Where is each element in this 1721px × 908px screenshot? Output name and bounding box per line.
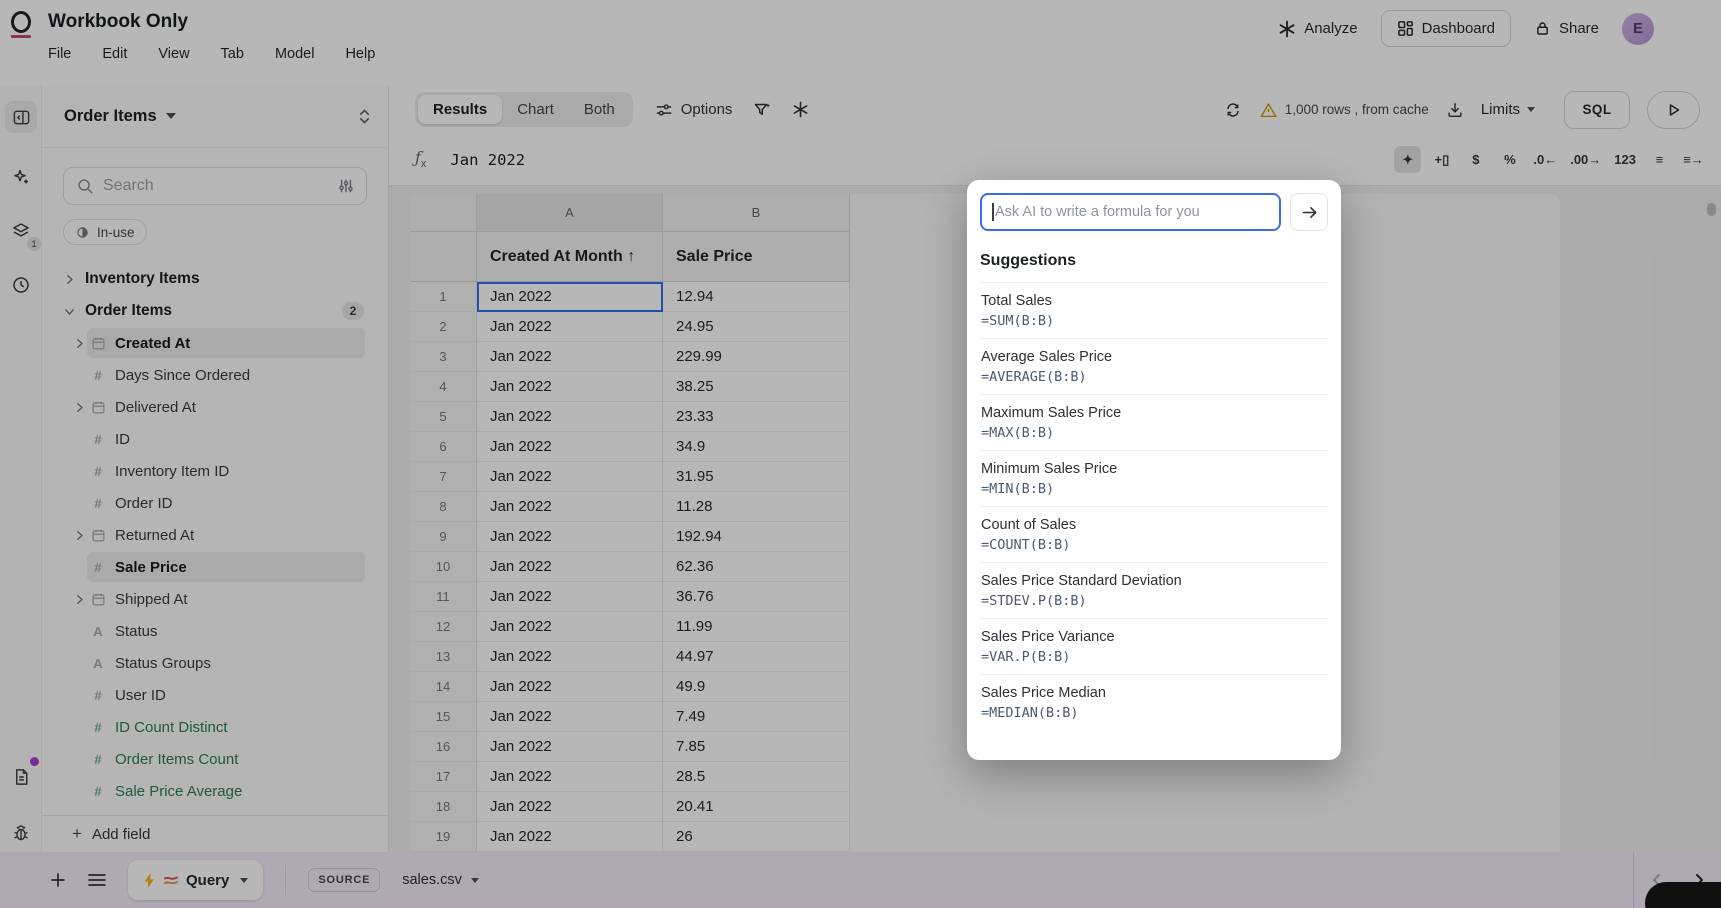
submit-prompt-button[interactable]: [1290, 193, 1328, 231]
suggestion-formula: =MEDIAN(B:B): [981, 705, 1327, 721]
suggestion-item[interactable]: Sales Price Median =MEDIAN(B:B): [980, 674, 1328, 730]
suggestion-item[interactable]: Total Sales =SUM(B:B): [980, 282, 1328, 338]
suggestion-formula: =MIN(B:B): [981, 481, 1327, 497]
ai-formula-input[interactable]: [980, 193, 1281, 231]
suggestions-list: Total Sales =SUM(B:B) Average Sales Pric…: [980, 282, 1328, 730]
text-cursor: [992, 203, 994, 221]
suggestion-item[interactable]: Count of Sales =COUNT(B:B): [980, 506, 1328, 562]
suggestions-heading: Suggestions: [980, 252, 1328, 270]
suggestion-item[interactable]: Sales Price Standard Deviation =STDEV.P(…: [980, 562, 1328, 618]
suggestion-formula: =STDEV.P(B:B): [981, 593, 1327, 609]
suggestion-name: Maximum Sales Price: [981, 405, 1327, 421]
suggestion-name: Total Sales: [981, 293, 1327, 309]
suggestion-formula: =SUM(B:B): [981, 313, 1327, 329]
suggestion-formula: =MAX(B:B): [981, 425, 1327, 441]
workbook-app: Workbook Only FileEditViewTabModelHelp A…: [0, 0, 1721, 908]
suggestion-name: Minimum Sales Price: [981, 461, 1327, 477]
suggestion-formula: =VAR.P(B:B): [981, 649, 1327, 665]
suggestion-name: Count of Sales: [981, 517, 1327, 533]
suggestion-name: Sales Price Standard Deviation: [981, 573, 1327, 589]
modal-dim-overlay: [0, 0, 1721, 908]
suggestion-formula: =COUNT(B:B): [981, 537, 1327, 553]
suggestion-name: Sales Price Median: [981, 685, 1327, 701]
suggestion-item[interactable]: Average Sales Price =AVERAGE(B:B): [980, 338, 1328, 394]
suggestion-name: Average Sales Price: [981, 349, 1327, 365]
suggestion-item[interactable]: Sales Price Variance =VAR.P(B:B): [980, 618, 1328, 674]
suggestion-item[interactable]: Maximum Sales Price =MAX(B:B): [980, 394, 1328, 450]
suggestion-formula: =AVERAGE(B:B): [981, 369, 1327, 385]
suggestion-item[interactable]: Minimum Sales Price =MIN(B:B): [980, 450, 1328, 506]
suggestion-name: Sales Price Variance: [981, 629, 1327, 645]
ai-formula-popup: Suggestions Total Sales =SUM(B:B) Averag…: [967, 180, 1341, 760]
